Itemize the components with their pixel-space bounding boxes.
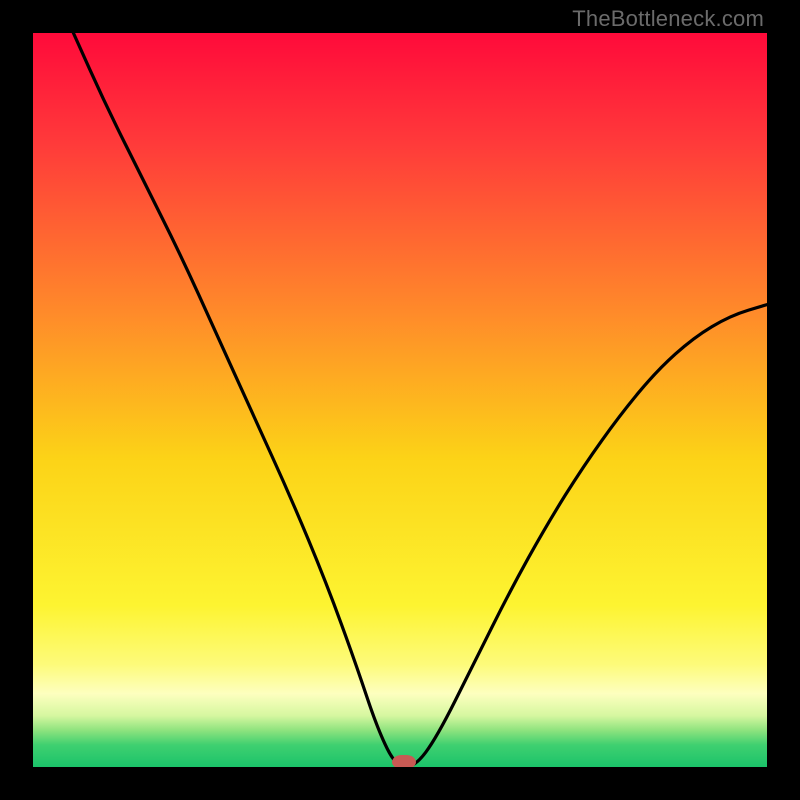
- chart-frame: TheBottleneck.com: [0, 0, 800, 800]
- watermark-text: TheBottleneck.com: [572, 6, 764, 32]
- plot-area: [33, 33, 767, 767]
- bottleneck-curve: [33, 33, 767, 767]
- bottleneck-curve-path: [73, 33, 767, 767]
- optimal-point-marker: [392, 755, 416, 767]
